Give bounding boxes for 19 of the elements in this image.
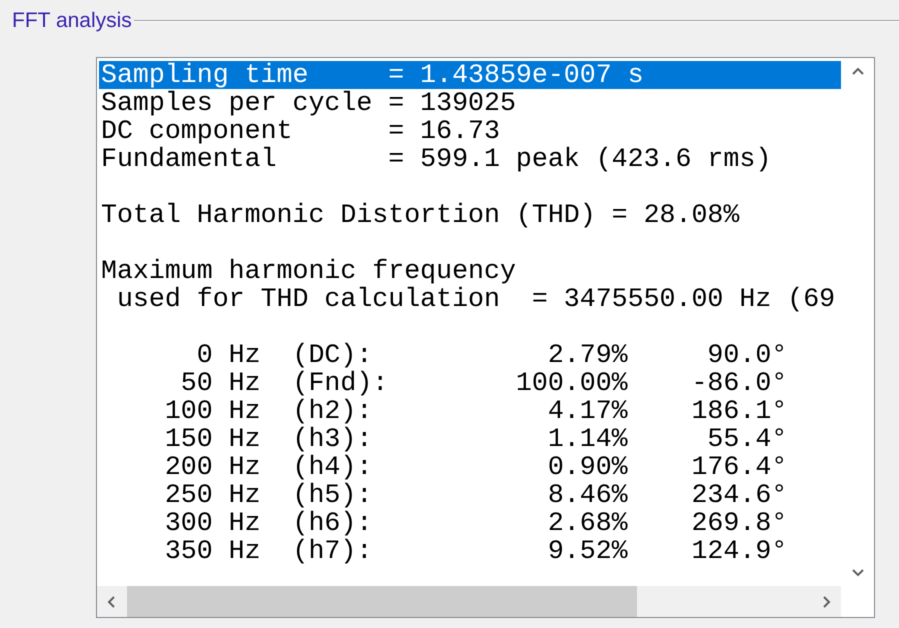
list-item[interactable]: Samples per cycle = 139025: [99, 89, 841, 117]
scrollbar-thumb[interactable]: [127, 586, 637, 617]
list-item[interactable]: Maximum harmonic frequency: [99, 257, 841, 285]
list-item[interactable]: 50 Hz (Fnd): 100.00% -86.0°: [99, 369, 841, 397]
results-listbox[interactable]: [96, 57, 875, 618]
list-item[interactable]: 300 Hz (h6): 2.68% 269.8°: [99, 509, 841, 537]
list-item[interactable]: DC component = 16.73: [99, 117, 841, 145]
horizontal-scrollbar[interactable]: [97, 586, 841, 617]
list-item[interactable]: 150 Hz (h3): 1.14% 55.4°: [99, 425, 841, 453]
list-item[interactable]: Total Harmonic Distortion (THD) = 28.08%: [99, 201, 841, 229]
group-title: FFT analysis: [12, 9, 133, 33]
list-item[interactable]: 0 Hz (DC): 2.79% 90.0°: [99, 341, 841, 369]
list-item[interactable]: 100 Hz (h2): 4.17% 186.1°: [99, 397, 841, 425]
list-item[interactable]: Sampling time = 1.43859e-007 s: [99, 61, 841, 89]
list-item[interactable]: Fundamental = 599.1 peak (423.6 rms): [99, 145, 841, 173]
list-item[interactable]: used for THD calculation = 3475550.00 Hz (69: [99, 285, 841, 313]
list-item[interactable]: 250 Hz (h5): 8.46% 234.6°: [99, 481, 841, 509]
list-item[interactable]: 350 Hz (h7): 9.52% 124.9°: [99, 537, 841, 565]
list-item[interactable]: 200 Hz (h4): 0.90% 176.4°: [99, 453, 841, 481]
